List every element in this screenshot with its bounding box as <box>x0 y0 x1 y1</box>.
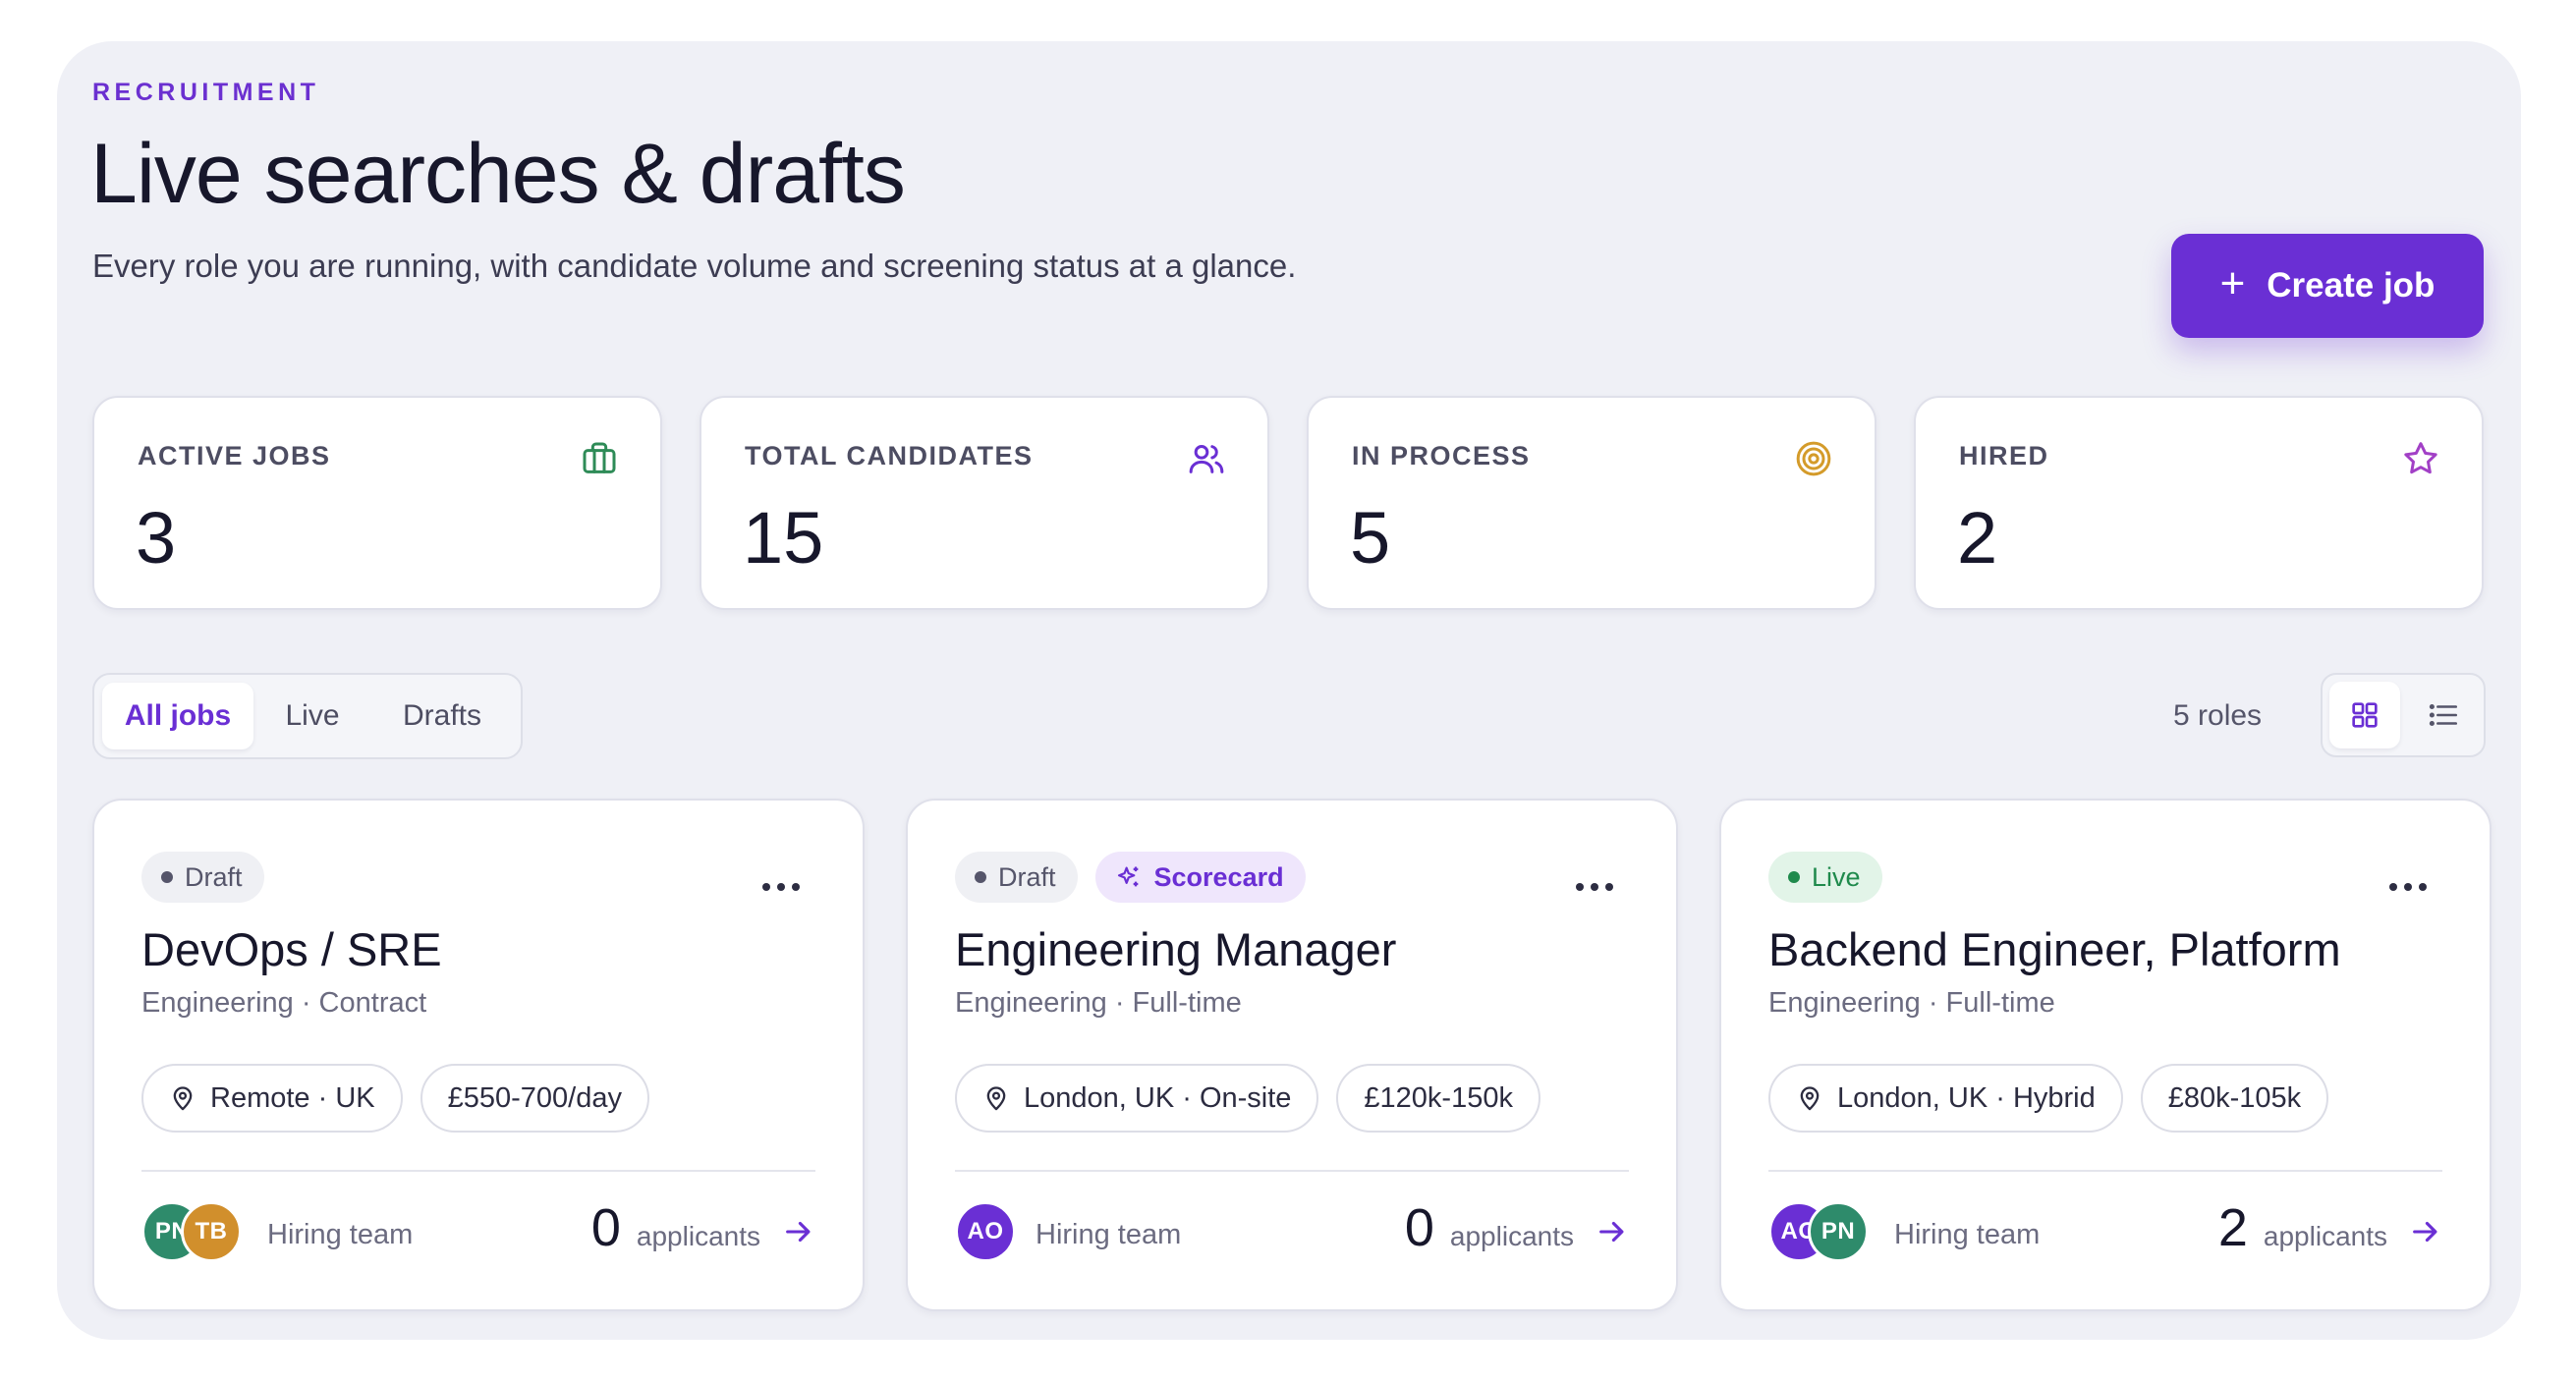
job-card[interactable]: Draft Scorecard Engineering Manager Engi… <box>906 799 1678 1311</box>
tab-live[interactable]: Live <box>257 683 367 749</box>
status-badge: Live <box>1768 852 1882 903</box>
page-subtitle: Every role you are running, with candida… <box>92 248 1297 284</box>
more-options-icon[interactable] <box>762 883 800 891</box>
job-title: Engineering Manager <box>955 923 1397 975</box>
create-job-label: Create job <box>2267 266 2436 304</box>
location-pin-icon <box>986 1086 1006 1111</box>
tab-drafts[interactable]: Drafts <box>371 683 513 749</box>
job-card[interactable]: Draft DevOps / SRE Engineering · Contrac… <box>92 799 865 1311</box>
status-badge: Draft <box>955 852 1078 903</box>
applicants-label: applicants <box>2263 1221 2387 1251</box>
stat-card-in-process: IN PROCESS 5 <box>1307 396 1876 610</box>
job-filter-tabs: All jobs Live Drafts <box>92 673 523 759</box>
card-divider <box>1768 1170 2442 1172</box>
sparkles-icon <box>1117 866 1138 887</box>
location-label: London, UK · Hybrid <box>1837 1081 2096 1114</box>
section-eyebrow: RECRUITMENT <box>92 79 320 106</box>
star-icon <box>2404 442 2437 474</box>
job-card[interactable]: Live Backend Engineer, Platform Engineer… <box>1719 799 2492 1311</box>
arrow-right-icon[interactable] <box>1596 1215 1629 1248</box>
location-chip: London, UK · Hybrid <box>1768 1064 2123 1133</box>
stat-label: TOTAL CANDIDATES <box>745 441 1034 470</box>
scorecard-badge: Scorecard <box>1094 852 1306 903</box>
card-divider <box>141 1170 815 1172</box>
grid-view-button[interactable] <box>2329 682 2400 748</box>
location-pin-icon <box>173 1086 193 1111</box>
users-icon <box>1189 445 1224 473</box>
location-chip: London, UK · On-site <box>955 1064 1319 1133</box>
pay-chip: £120k-150k <box>1336 1064 1540 1133</box>
applicants-label: applicants <box>1449 1221 1574 1251</box>
list-icon <box>2429 703 2458 727</box>
job-meta: Engineering · Full-time <box>955 987 1242 1019</box>
status-dot <box>161 871 173 883</box>
page-title: Live searches & drafts <box>90 127 906 221</box>
create-job-button[interactable]: + Create job <box>2171 234 2484 338</box>
applicants-count: 0 applicants <box>591 1197 760 1258</box>
stat-label: ACTIVE JOBS <box>138 441 331 470</box>
status-label: Draft <box>185 861 243 892</box>
location-label: London, UK · On-site <box>1024 1081 1292 1114</box>
more-options-icon[interactable] <box>1576 883 1613 891</box>
roles-count: 5 roles <box>2173 699 2263 732</box>
hiring-team-avatars: PN TB <box>141 1201 242 1262</box>
scorecard-label: Scorecard <box>1153 861 1284 892</box>
status-dot <box>975 871 986 883</box>
applicants-number: 2 <box>2217 1198 2248 1257</box>
pay-chip: £550-700/day <box>420 1064 649 1133</box>
stat-card-total-candidates: TOTAL CANDIDATES 15 <box>700 396 1269 610</box>
stat-label: HIRED <box>1959 441 2049 470</box>
grid-icon <box>2352 702 2378 728</box>
more-options-icon[interactable] <box>2389 883 2427 891</box>
pay-chip: £80k-105k <box>2140 1064 2329 1133</box>
plus-icon: + <box>2219 259 2246 307</box>
applicants-number: 0 <box>590 1198 621 1257</box>
arrow-right-icon[interactable] <box>782 1215 815 1248</box>
arrow-right-icon[interactable] <box>2409 1215 2442 1248</box>
card-divider <box>955 1170 1629 1172</box>
list-view-button[interactable] <box>2408 682 2479 748</box>
status-badge: Draft <box>141 852 264 903</box>
hiring-team-label: Hiring team <box>1894 1219 2041 1250</box>
tab-all-jobs[interactable]: All jobs <box>102 683 253 749</box>
stat-value: 15 <box>743 497 824 579</box>
hiring-team-avatars: AO <box>955 1201 1016 1262</box>
applicants-count: 2 applicants <box>2218 1197 2387 1258</box>
location-chip: Remote · UK <box>141 1064 403 1133</box>
status-label: Draft <box>998 861 1056 892</box>
job-title: Backend Engineer, Platform <box>1768 923 2341 975</box>
job-meta: Engineering · Full-time <box>1768 987 2055 1019</box>
view-toggle <box>2321 673 2486 757</box>
location-pin-icon <box>1800 1086 1820 1111</box>
avatar: TB <box>181 1201 242 1262</box>
status-dot <box>1788 871 1800 883</box>
stat-card-hired: HIRED 2 <box>1914 396 2484 610</box>
stat-value: 2 <box>1957 497 1998 579</box>
stat-label: IN PROCESS <box>1352 441 1531 470</box>
stat-card-active-jobs: ACTIVE JOBS 3 <box>92 396 662 610</box>
avatar: AO <box>955 1201 1016 1262</box>
stat-value: 5 <box>1350 497 1391 579</box>
avatar: PN <box>1808 1201 1869 1262</box>
job-title: DevOps / SRE <box>141 923 442 975</box>
location-label: Remote · UK <box>210 1081 375 1114</box>
stat-value: 3 <box>136 497 177 579</box>
applicants-count: 0 applicants <box>1405 1197 1574 1258</box>
applicants-number: 0 <box>1404 1198 1434 1257</box>
target-icon <box>1796 441 1831 476</box>
hiring-team-label: Hiring team <box>267 1219 414 1250</box>
status-label: Live <box>1812 861 1861 892</box>
hiring-team-label: Hiring team <box>1036 1219 1182 1250</box>
hiring-team-avatars: AO PN <box>1768 1201 1869 1262</box>
job-meta: Engineering · Contract <box>141 987 427 1019</box>
applicants-label: applicants <box>636 1221 760 1251</box>
briefcase-icon <box>583 442 616 473</box>
